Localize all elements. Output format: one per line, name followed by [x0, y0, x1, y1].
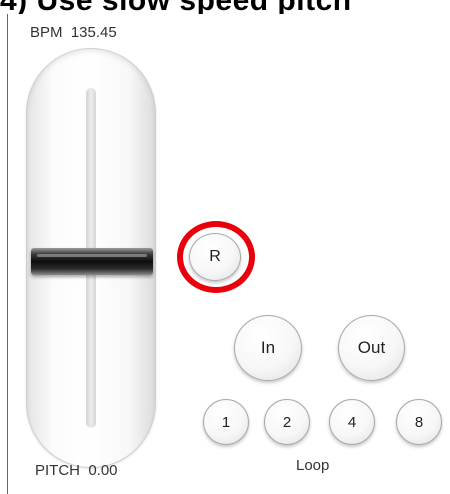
loop-8-button[interactable]: 8	[396, 399, 442, 445]
loop-2-button[interactable]: 2	[264, 399, 310, 445]
loop-label: Loop	[296, 457, 330, 474]
pitch-slider-handle[interactable]	[31, 248, 153, 275]
pitch-reset-button[interactable]: R	[189, 233, 241, 281]
loop-4-button[interactable]: 4	[329, 399, 375, 445]
loop-in-button[interactable]: In	[234, 315, 302, 381]
loop-out-button[interactable]: Out	[338, 315, 405, 381]
loop-1-button[interactable]: 1	[203, 399, 249, 445]
pitch-slider-handle-shine	[37, 254, 147, 257]
pitch-readout: PITCH 0.00	[35, 462, 118, 479]
bpm-readout: BPM 135.45	[30, 24, 117, 41]
